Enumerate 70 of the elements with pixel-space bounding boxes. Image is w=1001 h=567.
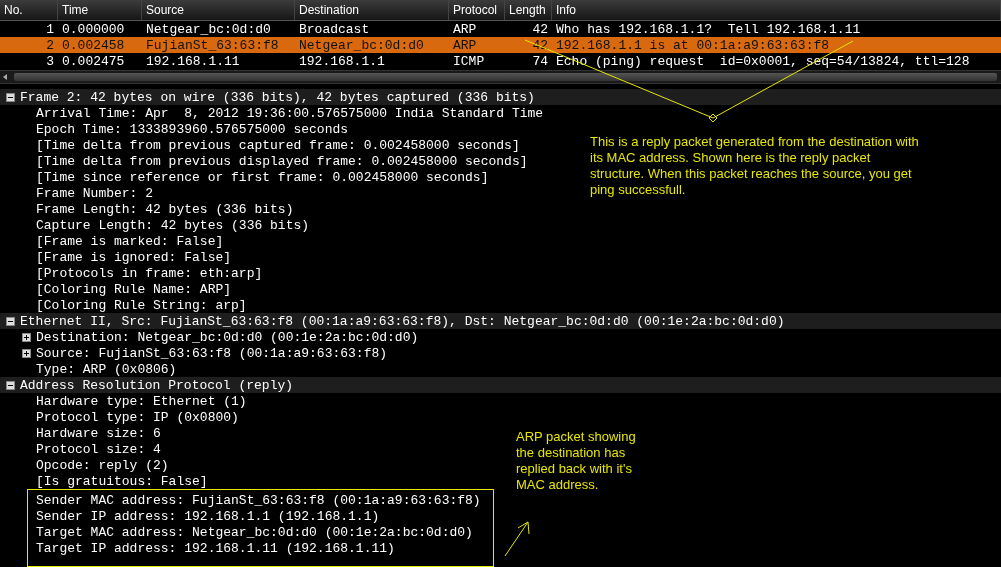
tree-item[interactable]: Protocol size: 4 — [36, 441, 161, 457]
tree-section-text: Ethernet II, Src: FujianSt_63:63:f8 (00:1a:a9:63:63:f8), Dst: Netgear_bc:0d:d0 (00:1e:2a:bc:0d:d0) — [20, 313, 785, 329]
tree-item[interactable]: Arrival Time: Apr 8, 2012 19:36:00.576575000 India Standard Time — [36, 105, 544, 121]
tree-item[interactable]: Frame Number: 2 — [36, 185, 154, 201]
scrollbar-thumb[interactable] — [14, 73, 997, 81]
table-cell-text: 192.168.1.1 is at 00:1a:a9:63:63:f8 — [555, 37, 831, 53]
table-cell-text: 2 — [45, 37, 55, 53]
tree-item[interactable]: [Time delta from previous displayed frame: 0.002458000 seconds] — [36, 153, 528, 169]
tree-item[interactable]: Target MAC address: Netgear_bc:0d:d0 (00:1e:2a:bc:0d:d0) — [36, 524, 473, 540]
expand-icon[interactable] — [22, 348, 31, 358]
tree-item[interactable]: Sender MAC address: FujianSt_63:63:f8 (00:1a:a9:63:63:f8) — [36, 492, 481, 508]
table-cell-text: 74 — [531, 53, 549, 69]
table-cell-text: 42 — [531, 37, 549, 53]
table-cell-text: 192.168.1.11 — [145, 53, 241, 69]
tree-item[interactable]: [Frame is ignored: False] — [36, 249, 232, 265]
table-cell-text: Netgear_bc:0d:d0 — [145, 21, 272, 37]
table-cell-text: 0.002458 — [61, 37, 126, 53]
tree-item[interactable]: Source: FujianSt_63:63:f8 (00:1a:a9:63:63:f8) — [36, 345, 388, 361]
table-cell-text: 1 — [45, 21, 55, 37]
column-header[interactable]: Protocol — [449, 0, 505, 20]
tree-item[interactable]: Type: ARP (0x0806) — [36, 361, 177, 377]
tree-item[interactable]: Capture Length: 42 bytes (336 bits) — [36, 217, 310, 233]
tree-section-header[interactable]: Frame 2: 42 bytes on wire (336 bits), 42 bytes captured (336 bits) — [0, 89, 1001, 105]
tree-section-header[interactable]: Address Resolution Protocol (reply) — [0, 377, 1001, 393]
tree-item[interactable]: [Time delta from previous captured frame: 0.002458000 seconds] — [36, 137, 520, 153]
horizontal-scrollbar[interactable] — [0, 70, 1001, 84]
tree-item[interactable]: Hardware type: Ethernet (1) — [36, 393, 247, 409]
tree-section-text: Frame 2: 42 bytes on wire (336 bits), 42 bytes captured (336 bits) — [20, 89, 535, 105]
column-header[interactable]: Info — [552, 0, 1001, 20]
tree-item[interactable]: [Frame is marked: False] — [36, 233, 224, 249]
table-cell-text: Broadcast — [298, 21, 371, 37]
table-cell-text: 42 — [531, 21, 549, 37]
column-header[interactable]: Time — [58, 0, 142, 20]
tree-item[interactable]: Opcode: reply (2) — [36, 457, 169, 473]
callout-arrow — [504, 521, 530, 557]
table-cell-text: 192.168.1.1 — [298, 53, 386, 69]
table-cell-text: Netgear_bc:0d:d0 — [298, 37, 425, 53]
annotation-text: ARP packet showing the destination has replied back with it's MAC address. — [516, 429, 637, 493]
column-header[interactable]: Length — [505, 0, 552, 20]
table-cell-text: ARP — [452, 37, 478, 53]
tree-item[interactable]: Hardware size: 6 — [36, 425, 161, 441]
collapse-icon[interactable] — [6, 92, 15, 102]
collapse-icon[interactable] — [6, 380, 15, 390]
tree-item[interactable]: [Protocols in frame: eth:arp] — [36, 265, 263, 281]
tree-item[interactable]: Protocol type: IP (0x0800) — [36, 409, 239, 425]
tree-item[interactable]: [Coloring Rule Name: ARP] — [36, 281, 232, 297]
tree-item[interactable]: [Time since reference or first frame: 0.002458000 seconds] — [36, 169, 489, 185]
table-cell-text: 0.000000 — [61, 21, 126, 37]
table-cell-text: 3 — [45, 53, 55, 69]
expand-icon[interactable] — [22, 332, 31, 342]
packet-row[interactable]: 2 0.002458 FujianSt_63:63:f8 Netgear_bc:0d:d0 ARP 42 192.168.1.1 is at 00:1a:a9:63:63:f8 — [0, 37, 1001, 53]
tree-item[interactable]: Target IP address: 192.168.1.11 (192.168.1.11) — [36, 540, 395, 556]
tree-section-text: Address Resolution Protocol (reply) — [20, 377, 294, 393]
collapse-icon[interactable] — [6, 316, 15, 326]
column-header[interactable]: Source — [142, 0, 295, 20]
table-cell-text: 0.002475 — [61, 53, 126, 69]
tree-item[interactable]: [Is gratuitous: False] — [36, 473, 208, 489]
table-cell-text: ARP — [452, 21, 478, 37]
table-cell-text: FujianSt_63:63:f8 — [145, 37, 280, 53]
tree-item[interactable]: Frame Length: 42 bytes (336 bits) — [36, 201, 294, 217]
tree-item[interactable]: Epoch Time: 1333893960.576575000 seconds — [36, 121, 349, 137]
column-header[interactable]: No. — [0, 0, 58, 20]
table-cell-text: Who has 192.168.1.1? Tell 192.168.1.11 — [555, 21, 862, 37]
table-cell-text: ICMP — [452, 53, 486, 69]
annotation-text: This is a reply packet generated from the destination with its MAC address. Shown here is the reply packet structure. When this packet reaches the source, you get ping successfull. — [590, 134, 920, 198]
tree-item[interactable]: Destination: Netgear_bc:0d:d0 (00:1e:2a:bc:0d:d0) — [36, 329, 419, 345]
tree-item[interactable]: [Coloring Rule String: arp] — [36, 297, 247, 313]
tree-item[interactable]: Sender IP address: 192.168.1.1 (192.168.1.1) — [36, 508, 380, 524]
tree-section-header[interactable]: Ethernet II, Src: FujianSt_63:63:f8 (00:1a:a9:63:63:f8), Dst: Netgear_bc:0d:d0 (00:1e:2a:bc:0d:d0) — [0, 313, 1001, 329]
column-header[interactable]: Destination — [295, 0, 449, 20]
